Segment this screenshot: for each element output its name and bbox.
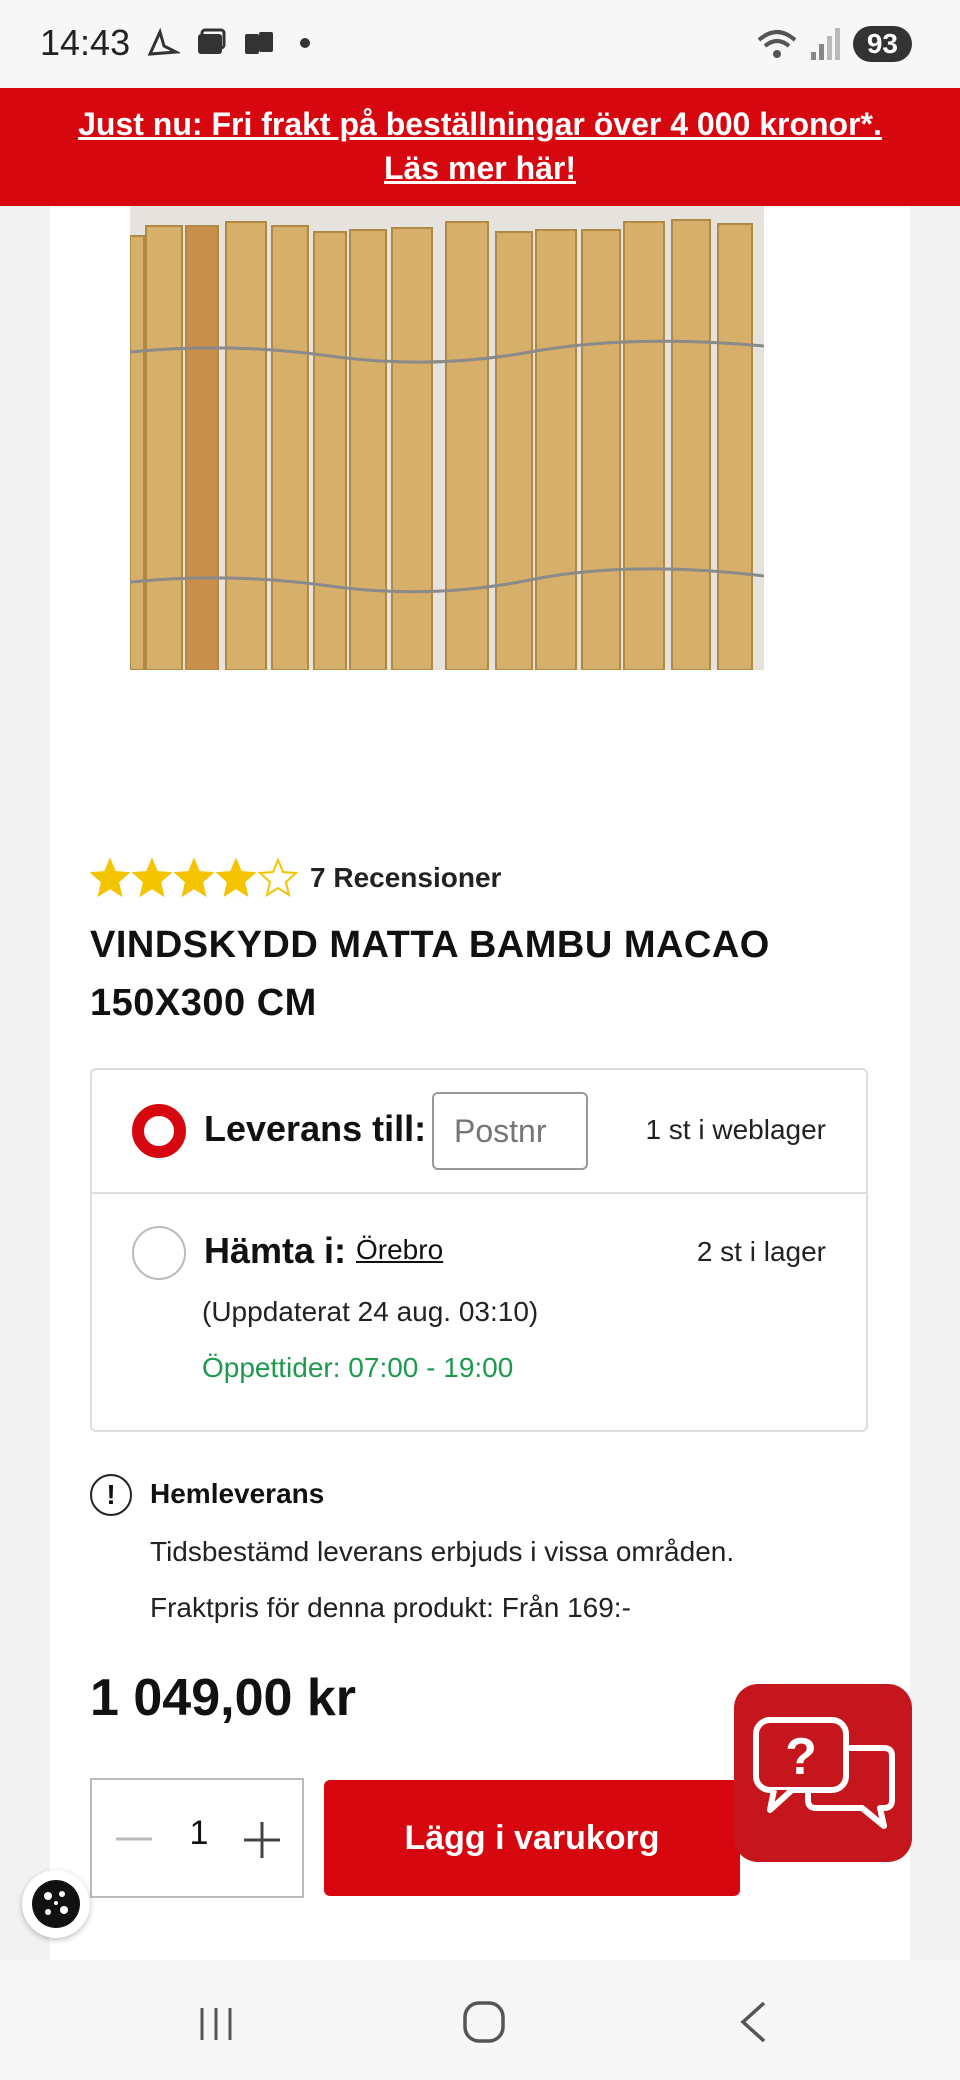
pickup-radio[interactable]: [132, 1226, 186, 1280]
divider: [92, 1192, 866, 1194]
promo-text[interactable]: Just nu: Fri frakt på beställningar över…: [0, 102, 960, 146]
ship-radio[interactable]: [132, 1104, 186, 1158]
web-stock-status: 1 st i weblager: [645, 1114, 826, 1145]
store-stock-status: 2 st i lager: [696, 1236, 826, 1267]
reviews-link[interactable]: 7 Recensioner: [310, 862, 501, 894]
system-nav-bar: [0, 1960, 960, 2080]
home-icon[interactable]: [462, 2000, 506, 2044]
rating-stars: [90, 858, 298, 898]
home-delivery-title: Hemleverans: [150, 1478, 325, 1509]
star-filled-icon: [90, 858, 130, 898]
free-shipping-banner[interactable]: Just nu: Fri frakt på beställningar över…: [0, 88, 960, 206]
promo-link[interactable]: Läs mer här!: [0, 146, 960, 190]
battery-indicator: 93: [852, 26, 912, 62]
chat-help-button[interactable]: ?: [734, 1684, 912, 1862]
pickup-label: Hämta i:: [204, 1230, 347, 1271]
info-icon: !: [90, 1474, 132, 1516]
recent-apps-icon[interactable]: [196, 2006, 236, 2042]
chat-question-icon: ?: [753, 1717, 895, 1829]
system-icons: 93: [755, 24, 912, 64]
svg-text:?: ?: [785, 1728, 817, 1786]
opening-hours: Öppettider: 07:00 - 19:00: [202, 1352, 514, 1383]
signal-icon: [810, 28, 840, 60]
notification-cards-icon: [245, 32, 273, 54]
star-filled-icon: [174, 858, 214, 898]
quantity-stepper: 1: [90, 1778, 304, 1898]
star-filled-icon: [132, 858, 172, 898]
add-to-cart-button[interactable]: Lägg i varukorg: [324, 1780, 740, 1896]
delivery-options: Leverans till: 1 st i weblager Hämta i: …: [90, 1068, 868, 1432]
star-empty-icon: [258, 858, 298, 898]
product-title-line2: 150X300 CM: [90, 982, 317, 1024]
wifi-icon: [757, 30, 797, 58]
back-icon[interactable]: [738, 2000, 768, 2044]
bamboo-mat-image: [130, 206, 764, 670]
shipping-price-text: Fraktpris för denna produkt: Från 169:-: [150, 1592, 631, 1623]
ship-label: Leverans till:: [204, 1108, 427, 1149]
cookie-icon: [32, 1880, 80, 1928]
status-bar: 14:43 93: [0, 0, 960, 88]
product-image[interactable]: [130, 206, 764, 670]
notification-app-icon: [147, 27, 180, 56]
star-filled-icon: [216, 858, 256, 898]
notification-icons: [146, 26, 310, 60]
product-price: 1 049,00 kr: [90, 1669, 357, 1727]
home-delivery-text: Tidsbestämd leverans erbjuds i vissa omr…: [150, 1536, 735, 1567]
plus-icon[interactable]: [242, 1820, 282, 1860]
status-time: 14:43: [40, 22, 131, 63]
product-title-line1: VINDSKYDD MATTA BAMBU MACAO: [90, 924, 770, 966]
postnr-input[interactable]: [432, 1092, 588, 1170]
product-rating[interactable]: 7 Recensioner: [90, 858, 501, 898]
store-link[interactable]: Örebro: [356, 1234, 443, 1266]
notification-stack-icon: [198, 28, 226, 54]
minus-icon[interactable]: [114, 1824, 154, 1854]
product-title: VINDSKYDD MATTA BAMBU MACAO 150X300 CM: [90, 916, 810, 1032]
stock-updated-text: (Uppdaterat 24 aug. 03:10): [202, 1296, 539, 1327]
quantity-value[interactable]: 1: [184, 1814, 214, 1853]
more-notifications-dot: [300, 38, 310, 48]
cookie-settings-button[interactable]: [22, 1870, 90, 1938]
